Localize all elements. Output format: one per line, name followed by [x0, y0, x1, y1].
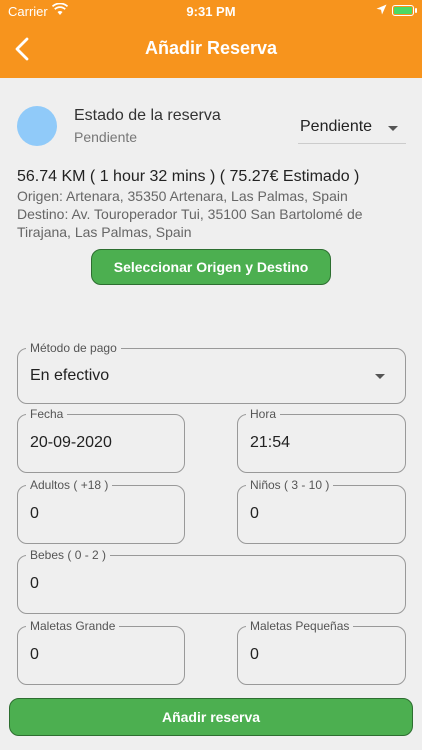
estado-dropdown-value: Pendiente: [300, 118, 373, 135]
estado-label: Estado de la reserva: [74, 107, 221, 124]
maletas-pequenas-field[interactable]: Maletas Pequeñas 0: [237, 619, 406, 685]
adultos-label: Adultos ( +18 ): [26, 478, 113, 492]
bebes-field[interactable]: Bebes ( 0 - 2 ) 0: [17, 548, 406, 614]
hora-field[interactable]: Hora 21:54: [237, 407, 406, 473]
app-header: Carrier 9:31 PM Añadir Reserva: [0, 0, 422, 78]
location-arrow-icon: [376, 4, 387, 15]
chevron-down-icon: [388, 126, 398, 131]
payment-method-value: En efectivo: [30, 367, 110, 384]
estado-dropdown[interactable]: Pendiente: [298, 114, 406, 144]
status-avatar: [17, 106, 57, 146]
status-bar: Carrier 9:31 PM: [0, 0, 422, 24]
fecha-value: 20-09-2020: [30, 434, 112, 451]
adultos-field[interactable]: Adultos ( +18 ) 0: [17, 478, 185, 544]
hora-value: 21:54: [250, 434, 291, 451]
fecha-label: Fecha: [26, 407, 68, 421]
route-summary: 56.74 KM ( 1 hour 32 mins ) ( 75.27€ Est…: [17, 168, 360, 185]
status-time: 9:31 PM: [186, 4, 236, 19]
maletas-grande-value: 0: [30, 646, 39, 663]
ninos-field[interactable]: Niños ( 3 - 10 ) 0: [237, 478, 406, 544]
bebes-value: 0: [30, 575, 39, 592]
select-route-button[interactable]: Seleccionar Origen y Destino: [91, 249, 331, 285]
payment-method-select[interactable]: Método de pago En efectivo: [17, 341, 406, 404]
ninos-value: 0: [250, 505, 259, 522]
maletas-grande-field[interactable]: Maletas Grande 0: [17, 619, 185, 685]
fecha-field[interactable]: Fecha 20-09-2020: [17, 407, 185, 473]
page-title: Añadir Reserva: [144, 38, 278, 58]
maletas-pequenas-value: 0: [250, 646, 259, 663]
maletas-grande-label: Maletas Grande: [26, 619, 120, 633]
maletas-pequenas-label: Maletas Pequeñas: [246, 619, 354, 633]
add-reservation-button[interactable]: Añadir reserva: [9, 698, 413, 736]
bebes-label: Bebes ( 0 - 2 ): [26, 548, 111, 562]
route-origen: Origen: Artenara, 35350 Artenara, Las Pa…: [17, 188, 348, 204]
battery-icon: [392, 5, 417, 16]
ninos-label: Niños ( 3 - 10 ): [246, 478, 334, 492]
estado-value: Pendiente: [74, 129, 138, 145]
route-destino: Destino: Av. Touroperador Tui, 35100 San…: [17, 206, 363, 240]
chevron-down-icon: [375, 374, 385, 379]
payment-method-label: Método de pago: [26, 341, 121, 355]
hora-label: Hora: [246, 407, 281, 421]
adultos-value: 0: [30, 505, 39, 522]
